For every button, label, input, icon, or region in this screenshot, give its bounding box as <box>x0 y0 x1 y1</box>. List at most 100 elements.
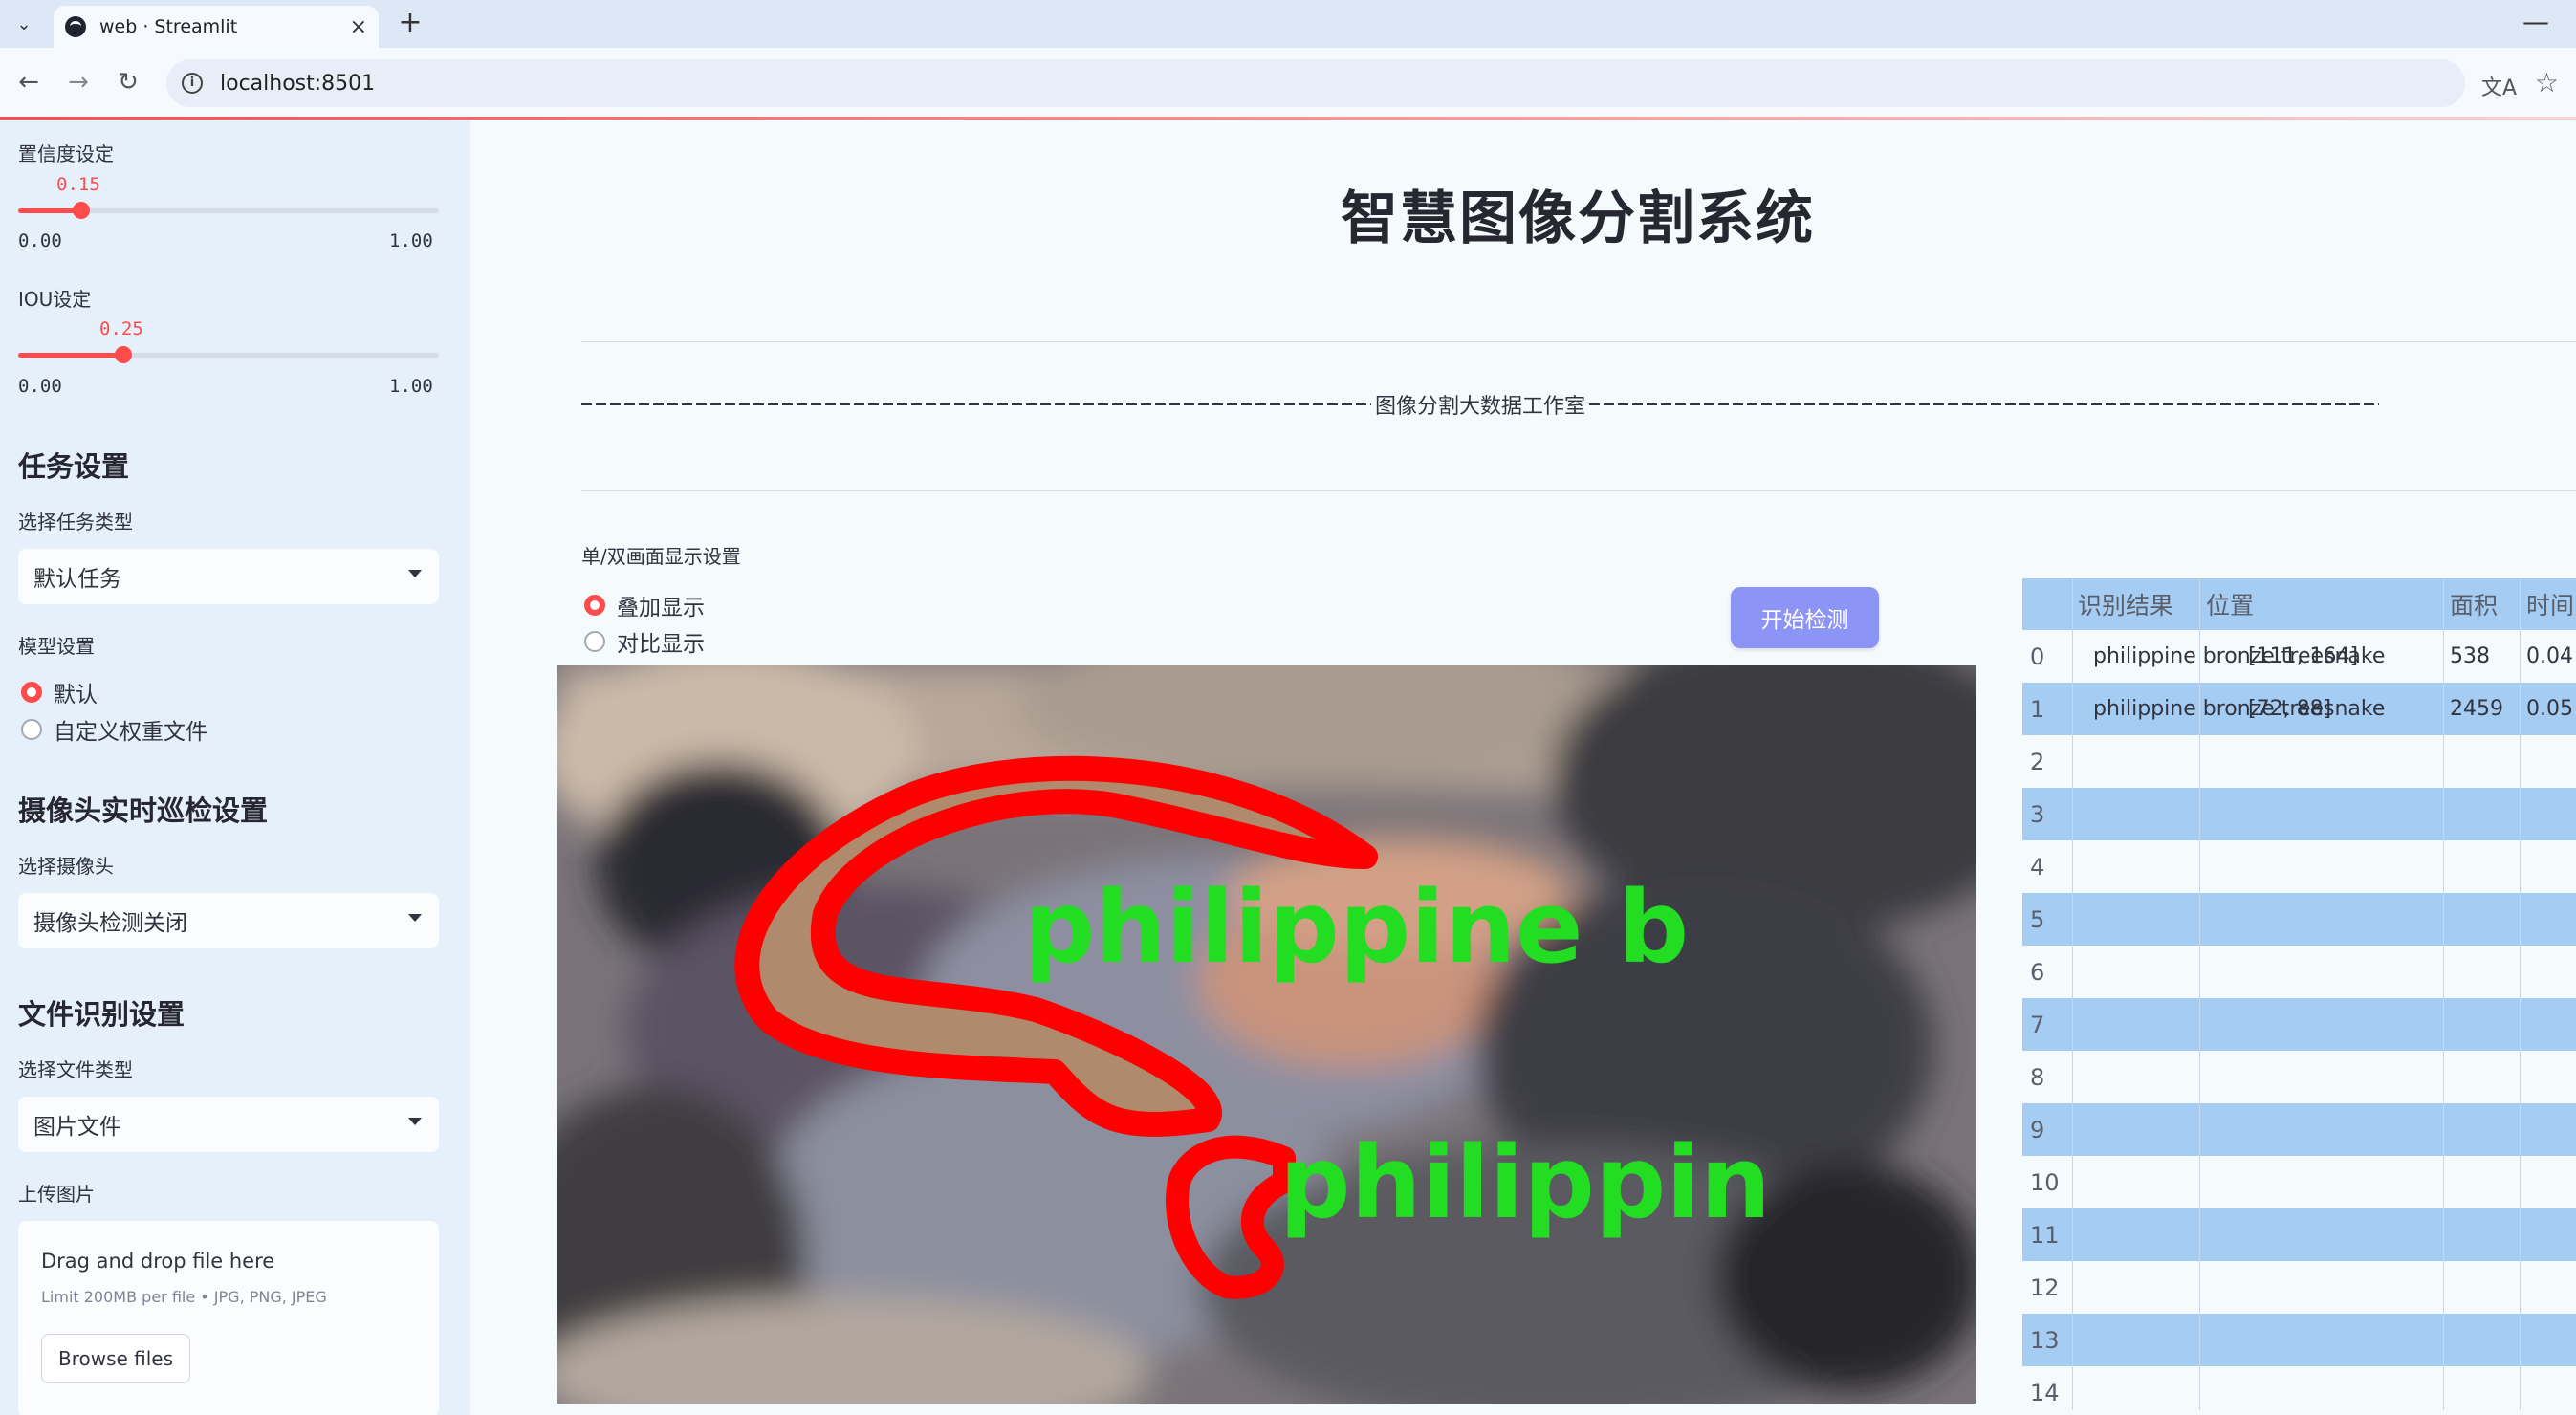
bookmark-star-icon[interactable]: ☆ <box>2535 67 2559 98</box>
address-bar[interactable]: i localhost:8501 <box>166 59 2465 107</box>
task-type-select[interactable]: 默认任务 <box>18 549 439 604</box>
radio-unselected-icon <box>584 631 605 652</box>
forward-arrow-icon[interactable]: → <box>59 63 98 101</box>
radio-unselected-icon <box>21 719 42 740</box>
column-divider <box>2199 735 2200 788</box>
column-divider <box>2443 1051 2444 1103</box>
column-divider <box>2443 1208 2444 1261</box>
task-type-label: 选择任务类型 <box>18 511 133 533</box>
column-divider <box>2443 1314 2444 1366</box>
column-divider <box>2443 1103 2444 1156</box>
camera-select-value: 摄像头检测关闭 <box>33 911 187 936</box>
studio-name: 图像分割大数据工作室 <box>1375 395 1586 419</box>
row-index: 7 <box>2030 1011 2045 1038</box>
table-row[interactable]: 2 <box>2022 735 2576 788</box>
row-index: 11 <box>2030 1221 2060 1249</box>
column-divider <box>2520 1208 2521 1261</box>
column-divider <box>2443 578 2444 630</box>
table-header-row[interactable]: 识别结果 位置 面积 时间 <box>2022 578 2576 630</box>
new-tab-icon[interactable]: + <box>394 8 426 40</box>
reload-icon[interactable]: ↻ <box>109 63 147 101</box>
browse-files-button[interactable]: Browse files <box>41 1334 190 1383</box>
column-divider <box>2443 788 2444 840</box>
column-divider <box>2199 840 2200 893</box>
display-radio-compare-label: 对比显示 <box>617 632 705 657</box>
table-row[interactable]: 1 philippine bronze treesnake [72, 88] 2459… <box>2022 683 2576 735</box>
confidence-slider[interactable] <box>18 202 439 219</box>
table-row[interactable]: 10 <box>2022 1156 2576 1208</box>
display-mode-label: 单/双画面显示设置 <box>581 545 741 568</box>
table-row[interactable]: 0 philippine bronze treesnake [111, 164] 53… <box>2022 630 2576 683</box>
file-type-select[interactable]: 图片文件 <box>18 1097 439 1152</box>
table-row[interactable]: 8 <box>2022 1051 2576 1103</box>
tab-list-chevron-icon[interactable]: ⌄ <box>8 8 40 40</box>
column-divider <box>2072 578 2073 630</box>
model-radio-custom[interactable]: 自定义权重文件 <box>21 713 207 746</box>
dash-line-left <box>581 403 1371 405</box>
camera-select[interactable]: 摄像头检测关闭 <box>18 893 439 948</box>
column-divider <box>2199 1314 2200 1366</box>
dropdown-caret-icon <box>408 914 422 922</box>
display-radio-overlay[interactable]: 叠加显示 <box>584 589 705 621</box>
column-divider <box>2520 840 2521 893</box>
model-radio-default[interactable]: 默认 <box>21 676 98 708</box>
row-index: 4 <box>2030 853 2045 881</box>
confidence-slider-thumb[interactable] <box>73 202 90 219</box>
column-header-time: 时间 <box>2526 592 2575 620</box>
upload-limit-text: Limit 200MB per file • JPG, PNG, JPEG <box>41 1288 327 1306</box>
translate-icon[interactable]: 文A <box>2481 71 2517 101</box>
table-row[interactable]: 12 <box>2022 1261 2576 1314</box>
overlay-label-2: philippin <box>1279 1124 1771 1241</box>
camera-select-label: 选择摄像头 <box>18 855 114 878</box>
file-uploader-dropzone[interactable]: Drag and drop file here Limit 200MB per … <box>18 1221 439 1415</box>
file-type-label: 选择文件类型 <box>18 1058 133 1081</box>
confidence-label: 置信度设定 <box>18 142 114 165</box>
table-row[interactable]: 11 <box>2022 1208 2576 1261</box>
start-detection-button[interactable]: 开始检测 <box>1731 587 1879 648</box>
file-settings-heading: 文件识别设置 <box>18 998 186 1031</box>
table-row[interactable]: 9 <box>2022 1103 2576 1156</box>
back-arrow-icon[interactable]: ← <box>10 63 48 101</box>
row-index: 12 <box>2030 1274 2060 1301</box>
table-row[interactable]: 7 <box>2022 998 2576 1051</box>
model-radio-default-label: 默认 <box>54 683 98 708</box>
table-row[interactable]: 4 <box>2022 840 2576 893</box>
display-radio-compare[interactable]: 对比显示 <box>584 625 705 658</box>
results-table[interactable]: 识别结果 位置 面积 时间 0 philippine bronze treesnake [1… <box>2022 578 2576 1410</box>
column-divider <box>2520 578 2521 630</box>
model-radio-custom-label: 自定义权重文件 <box>54 720 207 745</box>
browser-tab[interactable]: web · Streamlit × <box>54 6 379 48</box>
cell-time: 0.05 <box>2526 697 2573 721</box>
iou-slider-fill <box>18 353 123 358</box>
column-divider <box>2199 946 2200 998</box>
confidence-slider-value: 0.15 <box>56 174 100 195</box>
close-tab-icon[interactable]: × <box>350 15 367 39</box>
table-row[interactable]: 5 <box>2022 893 2576 946</box>
studio-banner: 图像分割大数据工作室 <box>581 388 2380 421</box>
column-divider <box>2199 1208 2200 1261</box>
site-info-icon[interactable]: i <box>182 73 203 94</box>
iou-slider-thumb[interactable] <box>115 346 132 363</box>
streamlit-favicon-icon <box>65 16 86 37</box>
iou-slider[interactable] <box>18 346 439 363</box>
table-row[interactable]: 13 <box>2022 1314 2576 1366</box>
table-row[interactable]: 6 <box>2022 946 2576 998</box>
column-divider <box>2443 893 2444 946</box>
radio-selected-icon <box>21 682 42 703</box>
table-row[interactable]: 14 <box>2022 1366 2576 1410</box>
cell-area: 2459 <box>2450 697 2503 721</box>
column-divider <box>2443 946 2444 998</box>
iou-slider-value: 0.25 <box>99 318 143 339</box>
model-settings-label: 模型设置 <box>18 635 95 658</box>
column-divider <box>2520 1314 2521 1366</box>
divider <box>581 490 2576 491</box>
table-row[interactable]: 3 <box>2022 788 2576 840</box>
dropdown-caret-icon <box>408 570 422 577</box>
radio-selected-icon <box>584 595 605 616</box>
tab-title: web · Streamlit <box>99 16 238 37</box>
camera-settings-heading: 摄像头实时巡检设置 <box>18 795 269 827</box>
iou-label: IOU设定 <box>18 288 92 311</box>
column-divider <box>2520 1366 2521 1410</box>
minimize-window-icon[interactable]: — <box>2522 6 2549 37</box>
cell-time: 0.04 <box>2526 644 2573 668</box>
